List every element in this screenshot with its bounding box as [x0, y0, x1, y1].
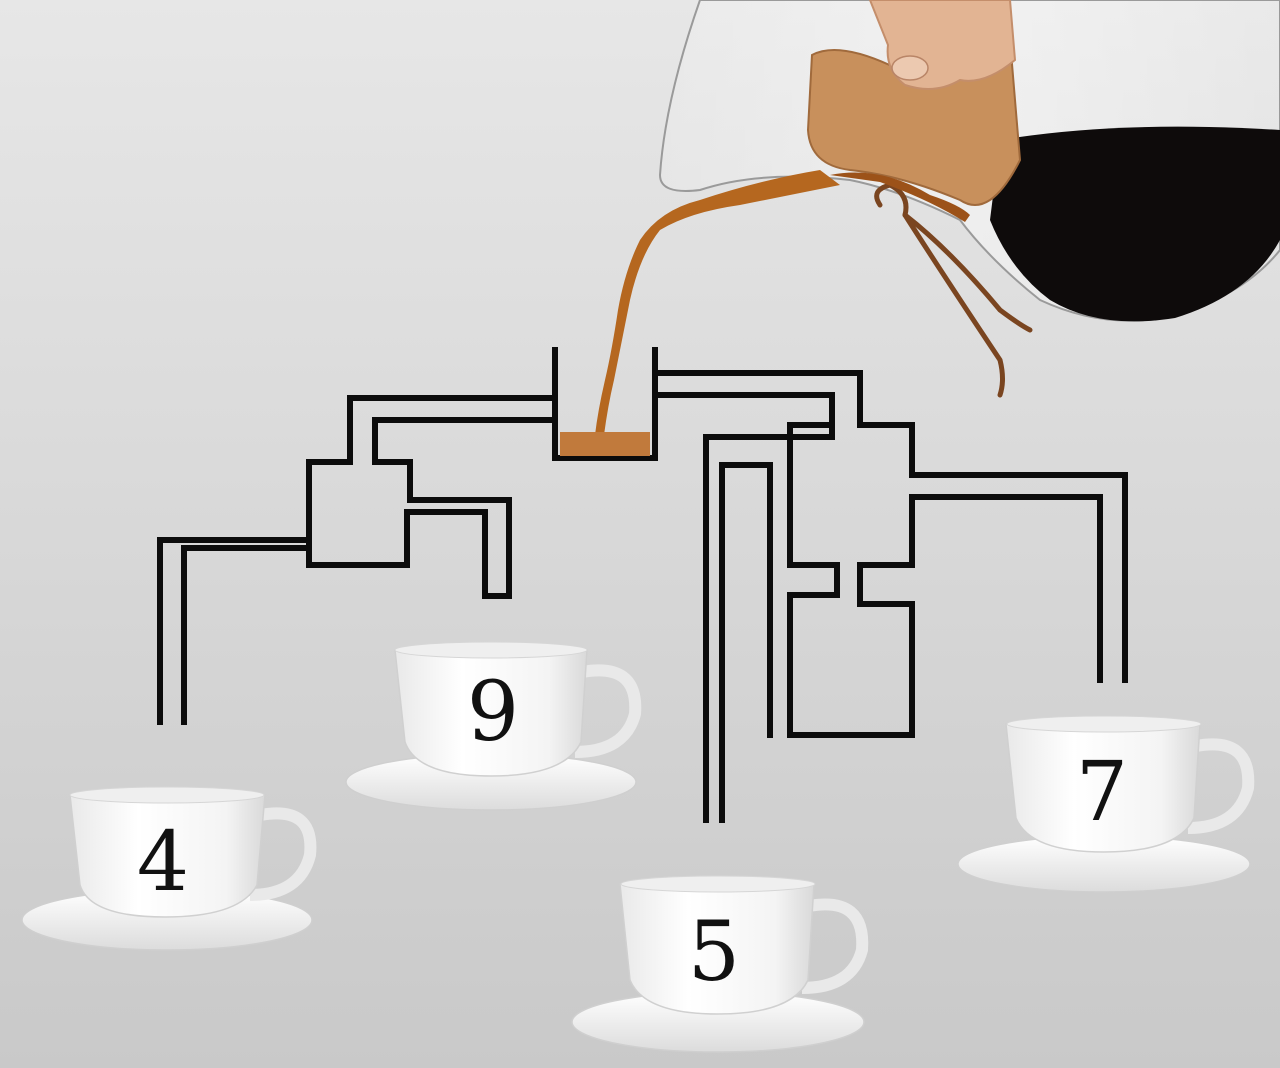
cup-number: 5 [688, 905, 740, 1000]
cup-number: 4 [137, 815, 189, 910]
cup-number: 7 [1076, 745, 1128, 840]
cup-number: 9 [467, 665, 519, 760]
coffee-pipe-puzzle: 4 9 5 7 [0, 0, 1280, 1068]
